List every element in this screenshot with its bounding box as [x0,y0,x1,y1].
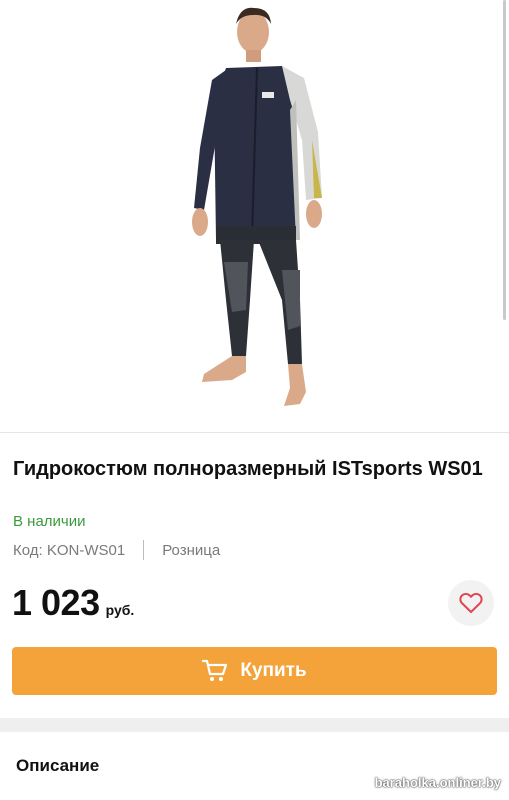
heart-icon [459,592,483,613]
product-code: Код: KON-WS01 [13,541,126,559]
sale-type: Розница [162,541,221,559]
shopping-cart-icon [202,659,228,681]
favorite-button[interactable] [448,580,494,626]
meta-separator [143,540,145,560]
scrollbar[interactable] [503,0,506,320]
price-currency: руб. [105,602,135,618]
buy-button-label: Купить [240,660,307,681]
price: 1 023 руб. [12,582,134,624]
product-meta: Код: KON-WS01 Розница [13,540,220,560]
watermark: baraholka.onliner.by [374,775,501,790]
divider [0,432,509,433]
wetsuit-image [192,7,322,406]
availability-status: В наличии [13,513,86,530]
description-heading: Описание [16,756,100,775]
price-value: 1 023 [12,582,100,623]
buy-button[interactable]: Купить [12,647,497,695]
section-separator [0,718,509,732]
product-title: Гидрокостюм полноразмерный ISTsports WS0… [13,458,483,480]
product-photo[interactable] [0,0,509,432]
